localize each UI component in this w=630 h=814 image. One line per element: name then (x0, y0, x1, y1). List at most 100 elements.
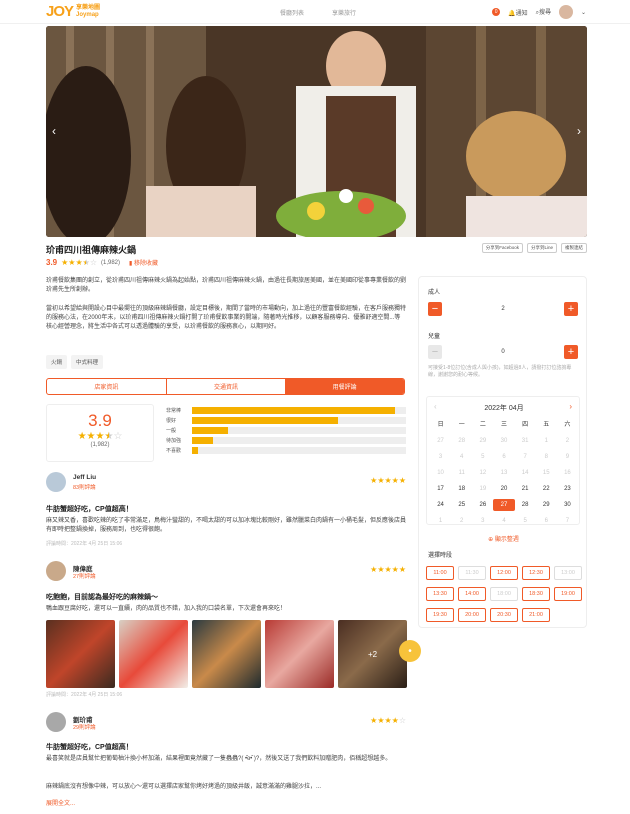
copy-link-button[interactable]: 複製連結 (561, 243, 587, 253)
rating-bar-label: 不喜歡 (166, 447, 182, 454)
calendar-day[interactable]: 21 (515, 483, 536, 495)
rating-bar-track (192, 406, 406, 414)
nav-restaurant-list[interactable]: 餐廳列表 (280, 8, 304, 17)
child-decrease-button[interactable]: − (428, 345, 442, 359)
show-full-week-link[interactable]: ⊕ 顯示整週 (419, 534, 588, 543)
child-increase-button[interactable]: + (564, 345, 578, 359)
rating-bar-row: 不喜歡 (166, 445, 406, 455)
expand-review-link[interactable]: 展開全文... (46, 798, 75, 807)
review-photo-more[interactable]: +2 (338, 620, 407, 688)
floating-action-badge[interactable]: • (399, 640, 421, 662)
tag-list: 火鍋 中式料理 (46, 355, 104, 369)
rating-bar-fill (192, 436, 214, 444)
search-link[interactable]: ⌕搜尋 (536, 7, 551, 17)
calendar-day: 19 (479, 486, 487, 492)
notification-label: 通知 (515, 10, 528, 17)
reviewer-review-count[interactable]: 27則評論 (73, 572, 96, 580)
time-slot-button[interactable]: 20:30 (490, 608, 518, 622)
time-slot-button: 13:00 (554, 566, 582, 580)
calendar-day: 12 (479, 470, 487, 476)
calendar-day[interactable]: 18 (451, 483, 472, 495)
tab-reviews[interactable]: 用餐評論 (285, 379, 404, 394)
share-facebook-button[interactable]: 分享到Facebook (481, 243, 523, 253)
avatar[interactable] (46, 561, 66, 581)
calendar-day[interactable]: 26 (472, 499, 493, 511)
tag-hotpot[interactable]: 火鍋 (46, 355, 68, 369)
rating-bar-row: 待加強 (166, 435, 406, 445)
time-slot-button[interactable]: 13:30 (426, 587, 454, 601)
adult-count: 2 (501, 306, 505, 312)
calendar-day[interactable]: 24 (430, 499, 451, 511)
calendar-day[interactable]: 29 (536, 499, 557, 511)
avatar[interactable] (46, 712, 66, 732)
nav-joy-travel[interactable]: 享樂旅行 (332, 8, 356, 17)
notification-link[interactable]: 🔔通知 (508, 8, 528, 17)
time-slot-button[interactable]: 14:00 (458, 587, 486, 601)
chevron-down-icon[interactable]: ⌄ (581, 9, 586, 16)
calendar-day: 16 (564, 470, 571, 476)
calendar-next-icon[interactable]: › (569, 402, 572, 411)
tab-store-info[interactable]: 店家資訊 (47, 379, 166, 394)
review-photo[interactable] (46, 620, 115, 688)
calendar-day[interactable]: 28 (515, 499, 536, 511)
time-slot-button[interactable]: 11:00 (426, 566, 454, 580)
reviewer-review-count[interactable]: 29則評論 (73, 723, 96, 731)
time-slot-button[interactable]: 18:30 (522, 587, 550, 601)
tag-chinese[interactable]: 中式料理 (71, 355, 104, 369)
review-photo[interactable] (192, 620, 261, 688)
carousel-next-icon[interactable]: › (577, 124, 581, 138)
calendar-day[interactable]: 22 (536, 483, 557, 495)
time-slot-button[interactable]: 19:30 (426, 608, 454, 622)
rating-distribution: 非常棒 很好 一般 待加強 不喜歡 (166, 405, 406, 455)
calendar-day: 29 (479, 438, 487, 444)
time-slot-button[interactable]: 12:30 (522, 566, 550, 580)
remove-favorite-button[interactable]: ▮ 移除收藏 (129, 258, 158, 267)
time-slot-button[interactable]: 12:00 (490, 566, 518, 580)
calendar-day[interactable]: 20 (493, 483, 514, 495)
calendar-day: 31 (521, 438, 529, 444)
time-slot-button[interactable]: 21:00 (522, 608, 550, 622)
calendar-day[interactable]: 17 (430, 483, 451, 495)
summary-stars: ★★★★★☆ (77, 431, 123, 442)
rating-bar-track (192, 416, 406, 424)
rating-bar-fill (192, 416, 338, 424)
calendar-day: 4 (460, 454, 464, 460)
calendar-day[interactable]: 30 (557, 499, 578, 511)
user-avatar[interactable] (558, 5, 573, 19)
rating-bar-row: 很好 (166, 415, 406, 425)
rating-row: 3.9 ★★★★★☆ (1,982) ▮ 移除收藏 (46, 258, 158, 267)
avatar[interactable] (46, 472, 66, 492)
review-count: (1,982) (100, 259, 120, 266)
reviewer-review-count[interactable]: 83則評論 (73, 483, 96, 491)
calendar-grid: 日一二三四五六 27 28 29 30 31 1 2 3 4 5 6 7 8 9 10 11 12 13 14 15 16… (430, 419, 578, 527)
carousel-prev-icon[interactable]: ‹ (52, 124, 56, 138)
adult-decrease-button[interactable]: − (428, 302, 442, 316)
review-photo[interactable] (119, 620, 188, 688)
joymap-logo[interactable]: JOY 享樂地圖 Joymap (46, 3, 100, 20)
calendar-day: 4 (502, 518, 506, 524)
reviewer-name[interactable]: Jeff Liu (73, 474, 96, 481)
calendar-day: 8 (544, 454, 548, 460)
calendar-day: 7 (523, 454, 527, 460)
calendar-day: 10 (437, 470, 444, 476)
review-title: 吃飽飽，目前認為最好吃的麻辣鍋～ (46, 594, 158, 601)
logo-mark: JOY (46, 3, 74, 20)
rating-summary-box: 3.9 ★★★★★☆ (1,982) (46, 404, 154, 462)
time-slot-button[interactable]: 20:00 (458, 608, 486, 622)
share-line-button[interactable]: 分享到Line (526, 243, 557, 253)
calendar-day: 30 (500, 438, 508, 444)
hero-photo-carousel[interactable]: ‹ › (46, 26, 587, 237)
tab-transport-info[interactable]: 交通資訊 (165, 379, 286, 394)
time-slot-button[interactable]: 19:00 (554, 587, 582, 601)
calendar-weekday: 六 (564, 422, 571, 428)
calendar-day: 2 (460, 518, 464, 524)
calendar-day[interactable]: 25 (451, 499, 472, 511)
adult-increase-button[interactable]: + (564, 302, 578, 316)
calendar-day-selected[interactable]: 27 (493, 499, 515, 511)
calendar-day: 14 (521, 470, 529, 476)
review-photo[interactable] (265, 620, 334, 688)
calendar-weekday: 一 (458, 422, 465, 428)
date-calendar: ‹ 2022年 04月 › 日一二三四五六 27 28 29 30 31 1 2 3 4 5 6 7 8 9… (426, 396, 580, 525)
time-slot-button: 11:30 (458, 566, 486, 580)
calendar-day[interactable]: 23 (557, 483, 578, 495)
